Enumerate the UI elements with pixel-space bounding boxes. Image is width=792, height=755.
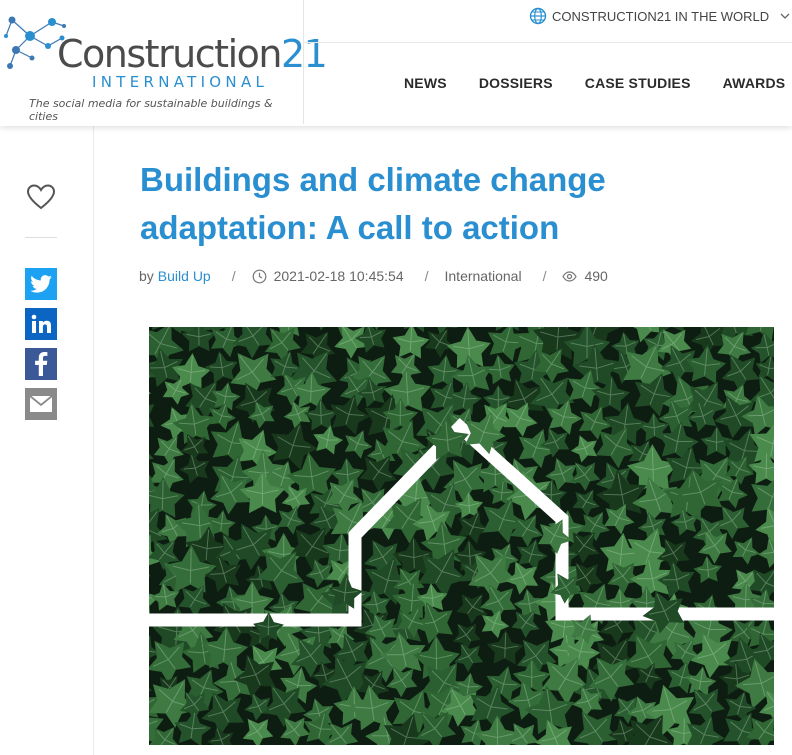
author-link[interactable]: Build Up <box>158 268 211 284</box>
article-meta: by Build Up / 2021-02-18 10:45:54 / Inte… <box>139 268 608 284</box>
view-count: 490 <box>584 268 608 284</box>
ivy-house-illustration <box>149 327 774 745</box>
world-menu-label: CONSTRUCTION21 IN THE WORLD <box>552 8 770 24</box>
site-logo[interactable]: Construction21 INTERNATIONAL The social … <box>0 0 328 124</box>
logo-subtitle: INTERNATIONAL <box>92 73 269 91</box>
clock-icon <box>252 269 267 283</box>
globe-icon <box>529 7 547 25</box>
article-hero-image <box>149 327 774 745</box>
share-rail <box>0 126 94 755</box>
article-title: Buildings and climate change adaptation:… <box>140 161 606 246</box>
world-menu[interactable]: CONSTRUCTION21 IN THE WORLD <box>529 6 791 26</box>
eye-icon <box>562 270 578 282</box>
facebook-icon <box>35 352 48 376</box>
site-header: Construction21 INTERNATIONAL The social … <box>0 0 792 126</box>
main-nav: NEWS DOSSIERS CASE STUDIES AWARDS C <box>404 75 792 91</box>
category-link[interactable]: International <box>445 268 522 284</box>
linkedin-share-button[interactable] <box>25 308 57 340</box>
email-share-button[interactable] <box>25 388 57 420</box>
nav-item-dossiers[interactable]: DOSSIERS <box>479 75 553 91</box>
heart-icon[interactable] <box>26 183 56 211</box>
envelope-icon <box>29 395 53 412</box>
nav-item-awards[interactable]: AWARDS <box>723 75 786 91</box>
chevron-down-icon <box>780 13 790 19</box>
meta-separator: / <box>542 268 547 284</box>
site-tagline: The social media for sustainable buildin… <box>29 97 273 123</box>
author-prefix: by <box>139 268 154 284</box>
header-divider <box>304 42 792 43</box>
linkedin-icon <box>31 314 51 333</box>
logo-name-number: 21 <box>280 32 328 76</box>
logo-name-text: Construction <box>57 32 282 76</box>
meta-separator: / <box>424 268 429 284</box>
nav-item-case-studies[interactable]: CASE STUDIES <box>585 75 691 91</box>
publish-date: 2021-02-18 10:45:54 <box>273 268 404 284</box>
rail-divider <box>25 237 57 238</box>
meta-separator: / <box>231 268 236 284</box>
twitter-icon <box>30 275 52 293</box>
twitter-share-button[interactable] <box>25 268 57 300</box>
logo-wordmark: Construction21 <box>57 32 328 76</box>
facebook-share-button[interactable] <box>25 348 57 380</box>
nav-item-news[interactable]: NEWS <box>404 75 447 91</box>
